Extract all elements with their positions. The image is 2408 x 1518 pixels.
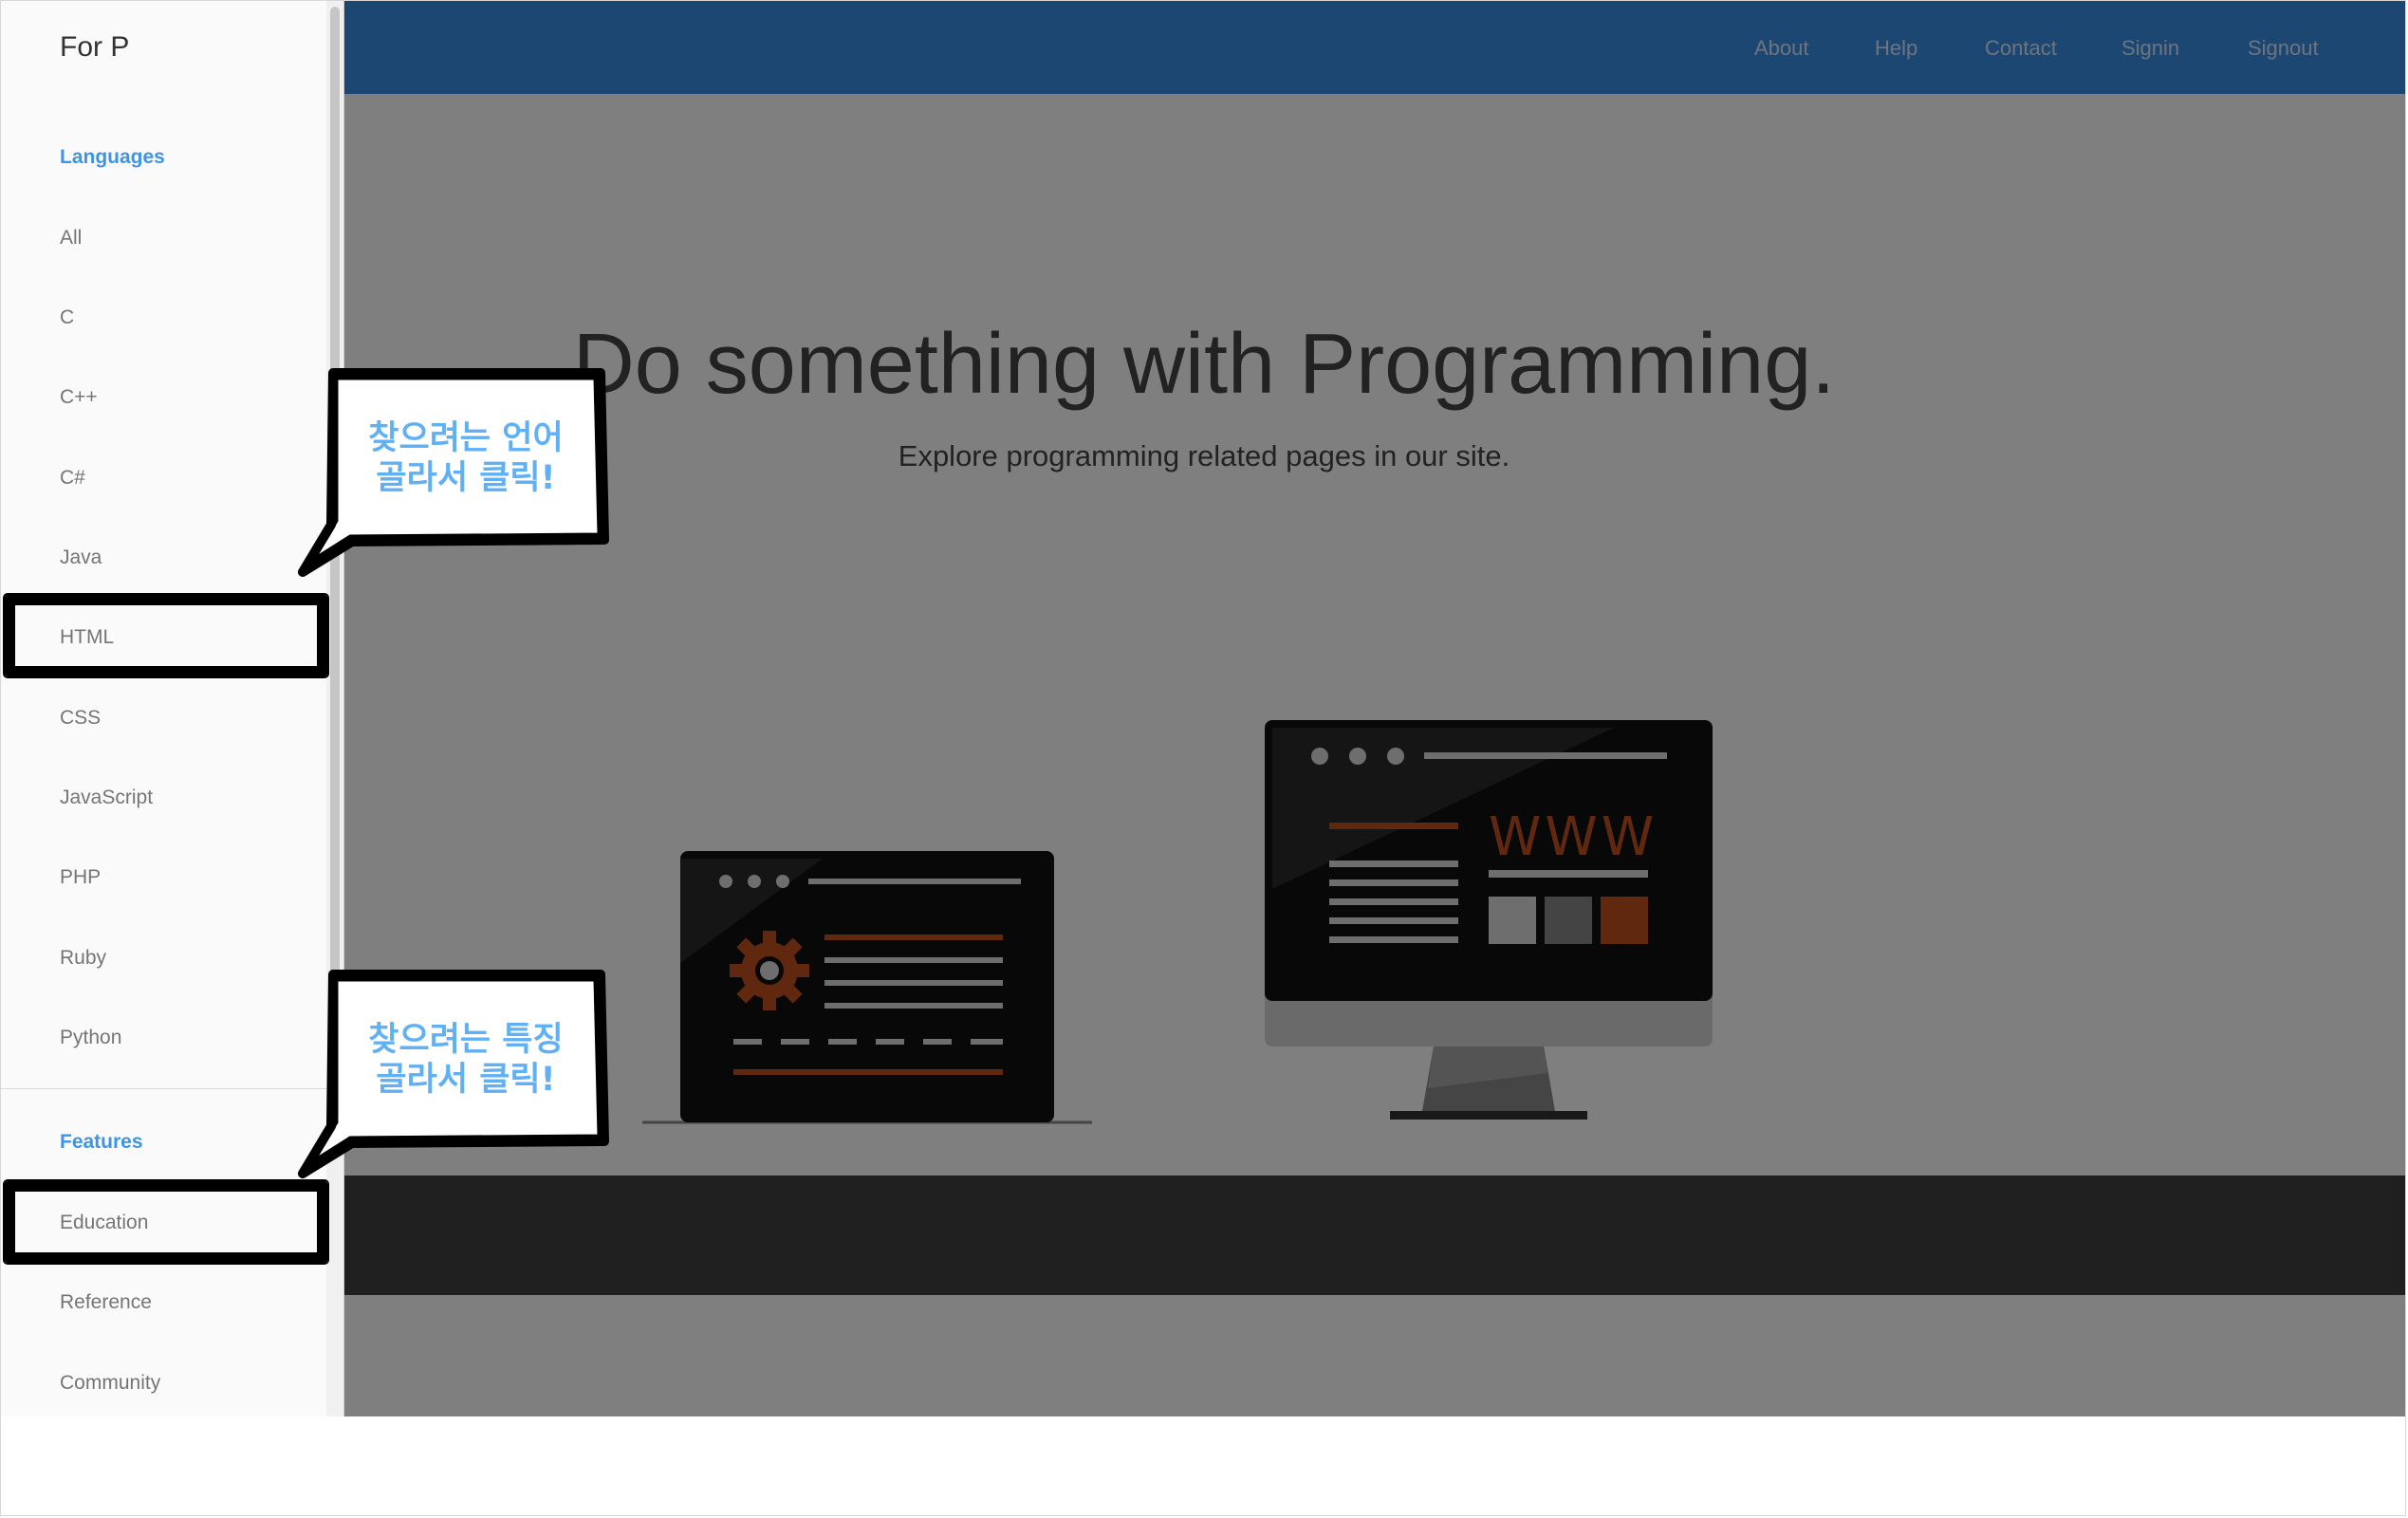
sidebar-item-label: CSS <box>60 707 102 729</box>
languages-section-title: Languages <box>60 146 165 168</box>
sidebar-item-cpp[interactable]: C++ <box>1 369 326 426</box>
sidebar-item-python[interactable]: Python <box>1 1009 326 1066</box>
sidebar-item-php[interactable]: PHP <box>1 849 326 906</box>
sidebar-item-label: Community <box>60 1372 161 1394</box>
sidebar-brand[interactable]: For P <box>60 31 129 64</box>
sidebar-item-label: Java <box>60 546 102 568</box>
sidebar-item-css[interactable]: CSS <box>1 690 326 747</box>
sidebar-item-label: C# <box>60 467 85 489</box>
sidebar-item-community[interactable]: Community <box>1 1355 326 1412</box>
sidebar-item-csharp[interactable]: C# <box>1 450 326 507</box>
sidebar-item-java[interactable]: Java <box>1 529 326 586</box>
highlight-education-box <box>5 1181 327 1263</box>
sidebar-item-label: C <box>60 306 75 328</box>
sidebar-item-reference[interactable]: Reference <box>1 1274 326 1331</box>
sidebar-item-javascript[interactable]: JavaScript <box>1 769 326 826</box>
sidebar-item-c[interactable]: C <box>1 289 326 346</box>
sidebar-item-label: C++ <box>60 386 98 408</box>
browser-window: About Help Contact Signin Signout Do som… <box>0 0 2406 1516</box>
sidebar-item-label: Ruby <box>60 947 107 969</box>
sidebar-item-ruby[interactable]: Ruby <box>1 930 326 987</box>
highlight-html-box <box>5 595 327 676</box>
sidebar-item-label: All <box>60 227 83 249</box>
features-section-title: Features <box>60 1131 143 1153</box>
sidebar-scrollbar[interactable] <box>326 1 343 1416</box>
sidebar-item-label: PHP <box>60 866 102 888</box>
sidebar-item-all[interactable]: All <box>1 210 326 267</box>
sidebar-item-label: Reference <box>60 1291 152 1313</box>
drawer-backdrop[interactable] <box>1 1 2405 1416</box>
language-callout-text: 찾으려는 언어 골라서 클릭! <box>368 419 564 497</box>
sidebar-item-label: JavaScript <box>60 787 154 808</box>
feature-callout-text: 찾으려는 특징 골라서 클릭! <box>368 1021 564 1099</box>
sidebar-divider <box>1 1088 326 1089</box>
sidebar-item-label: Python <box>60 1027 122 1048</box>
